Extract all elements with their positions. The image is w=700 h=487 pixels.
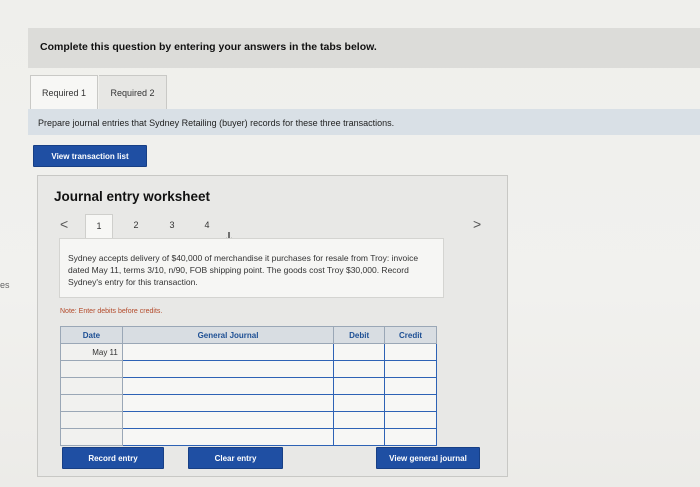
tab-required-1[interactable]: Required 1: [30, 75, 98, 109]
table-row: [60, 360, 437, 378]
instruction-bar: Complete this question by entering your …: [28, 28, 700, 68]
credit-input[interactable]: [384, 428, 437, 446]
date-cell[interactable]: [60, 377, 123, 395]
table-row: [60, 394, 437, 412]
date-cell[interactable]: [60, 394, 123, 412]
table-row: [60, 377, 437, 395]
date-cell[interactable]: [60, 428, 123, 446]
transaction-description: Sydney accepts delivery of $40,000 of me…: [59, 238, 444, 298]
step-tab-2[interactable]: 2: [129, 220, 143, 230]
chevron-left-icon[interactable]: <: [60, 216, 68, 232]
credit-input[interactable]: [384, 377, 437, 395]
debit-input[interactable]: [333, 343, 386, 361]
table-row: May 11: [60, 343, 437, 361]
step-tab-1[interactable]: 1: [85, 214, 113, 238]
worksheet-title: Journal entry worksheet: [54, 189, 211, 204]
chevron-right-icon[interactable]: >: [473, 216, 481, 232]
header-debit: Debit: [333, 326, 386, 344]
account-input[interactable]: [121, 343, 335, 361]
date-cell[interactable]: [60, 411, 123, 429]
account-input[interactable]: [121, 428, 335, 446]
record-entry-button[interactable]: Record entry: [62, 447, 164, 469]
header-date: Date: [60, 326, 123, 344]
note-text: Note: Enter debits before credits.: [60, 308, 163, 315]
account-input[interactable]: [121, 360, 335, 378]
table-row: [60, 428, 437, 446]
view-transaction-list-button[interactable]: View transaction list: [33, 145, 147, 167]
debit-input[interactable]: [333, 377, 386, 395]
view-general-journal-button[interactable]: View general journal: [376, 447, 480, 469]
date-cell[interactable]: May 11: [60, 343, 123, 361]
table-row: [60, 411, 437, 429]
margin-text: es: [0, 280, 10, 290]
credit-input[interactable]: [384, 394, 437, 412]
credit-input[interactable]: [384, 360, 437, 378]
page: es Complete this question by entering yo…: [0, 0, 700, 487]
account-input[interactable]: [121, 411, 335, 429]
debit-input[interactable]: [333, 428, 386, 446]
step-tab-3[interactable]: 3: [165, 220, 179, 230]
step-tab-4[interactable]: 4: [200, 220, 214, 230]
clear-entry-button[interactable]: Clear entry: [188, 447, 283, 469]
debit-input[interactable]: [333, 394, 386, 412]
header-general-journal: General Journal: [121, 326, 335, 344]
credit-input[interactable]: [384, 343, 437, 361]
account-input[interactable]: [121, 377, 335, 395]
table-header-row: Date General Journal Debit Credit: [60, 326, 437, 344]
debit-input[interactable]: [333, 360, 386, 378]
credit-input[interactable]: [384, 411, 437, 429]
debit-input[interactable]: [333, 411, 386, 429]
prompt-bar: Prepare journal entries that Sydney Reta…: [28, 109, 700, 135]
header-credit: Credit: [384, 326, 437, 344]
account-input[interactable]: [121, 394, 335, 412]
date-cell[interactable]: [60, 360, 123, 378]
tab-required-2[interactable]: Required 2: [99, 75, 167, 109]
journal-table: Date General Journal Debit Credit May 11: [60, 326, 437, 446]
